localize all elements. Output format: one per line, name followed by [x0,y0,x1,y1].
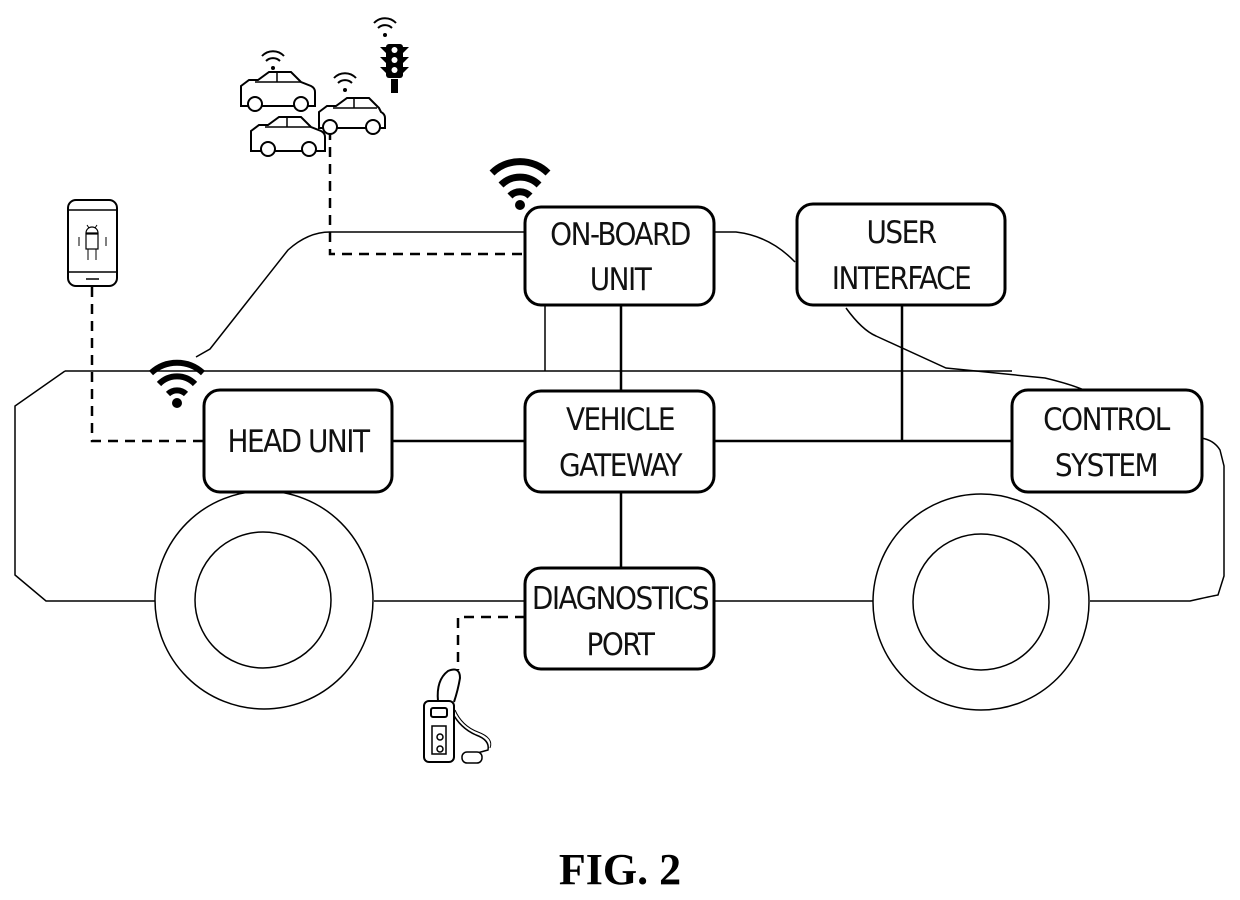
control-system-label-2: SYSTEM [1055,448,1157,484]
figure-caption: FIG. 2 [559,845,681,894]
rear-rim [912,533,1050,671]
diagnostics-port-label-2: PORT [587,627,656,663]
front-tire [154,490,374,710]
link-vehicles-to-onboard-unit [328,130,525,256]
diagnostics-port-box[interactable]: DIAGNOSTICS PORT [523,566,716,671]
car-icon-top-left [240,71,316,112]
wifi-small-icon-car-2 [333,72,357,92]
head-unit-label: HEAD UNIT [227,424,371,460]
head-unit-box[interactable]: HEAD UNIT [202,388,394,494]
vehicle-architecture-diagram: ON-BOARD UNIT USER INTERFACE HEAD UNIT V… [14,17,1225,894]
on-board-unit-label-2: UNIT [590,262,653,298]
car-icon-bottom-left [250,116,326,157]
control-system-label-1: CONTROL [1043,402,1171,438]
vehicle-roof-line [195,231,527,358]
wifi-icon-head-unit [148,359,206,408]
wifi-small-icon-car-1 [261,50,285,70]
control-system-box[interactable]: CONTROL SYSTEM [1010,388,1204,494]
vehicle-rear-slope [845,307,1085,391]
android-smartphone-icon [67,199,118,287]
diagnostic-scanner-icon [423,668,492,764]
vehicle-gateway-label-2: GATEWAY [559,448,683,484]
rear-tire [872,493,1090,711]
user-interface-label-2: INTERFACE [832,261,970,297]
wifi-icon-onboard-unit [489,158,551,210]
front-wheel [154,490,374,710]
user-interface-label-1: USER [866,215,936,251]
rear-wheel [872,493,1090,711]
diagnostics-port-label-1: DIAGNOSTICS [532,581,709,617]
vehicle-gateway-box[interactable]: VEHICLE GATEWAY [523,389,716,494]
user-interface-box[interactable]: USER INTERFACE [795,202,1007,307]
traffic-light-icon [380,44,409,93]
vehicle-gateway-label-1: VEHICLE [566,402,674,438]
link-scanner-to-diag-port [456,615,525,670]
on-board-unit-label-1: ON-BOARD [550,217,690,253]
wifi-small-icon-traffic-light [373,17,397,37]
vehicle-roof-rear-line [714,231,796,263]
vehicle-front-body [14,370,155,602]
front-rim [194,531,332,669]
car-icon-connected [318,97,386,135]
on-board-unit-box[interactable]: ON-BOARD UNIT [523,205,716,307]
